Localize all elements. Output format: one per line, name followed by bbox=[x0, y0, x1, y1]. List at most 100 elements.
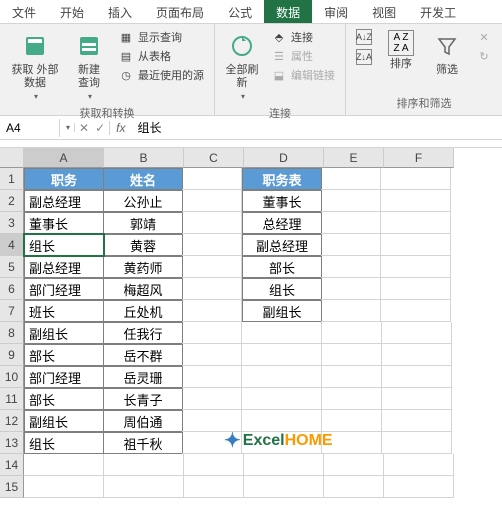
cell-E15[interactable] bbox=[324, 476, 384, 498]
cell-E3[interactable] bbox=[321, 212, 381, 234]
row-header-3[interactable]: 3 bbox=[0, 212, 24, 234]
cell-A12[interactable]: 副组长 bbox=[24, 410, 104, 432]
cell-C1[interactable] bbox=[182, 168, 242, 190]
cell-B14[interactable] bbox=[104, 454, 184, 476]
cell-C10[interactable] bbox=[182, 366, 242, 388]
cell-A10[interactable]: 部门经理 bbox=[24, 366, 104, 388]
cell-D2[interactable]: 董事长 bbox=[242, 190, 322, 212]
row-header-4[interactable]: 4 bbox=[0, 234, 24, 256]
cell-D1[interactable]: 职务表 bbox=[242, 168, 322, 190]
select-all-corner[interactable] bbox=[0, 148, 24, 168]
cell-B10[interactable]: 岳灵珊 bbox=[103, 366, 183, 388]
row-header-6[interactable]: 6 bbox=[0, 278, 24, 300]
row-header-7[interactable]: 7 bbox=[0, 300, 24, 322]
cell-A15[interactable] bbox=[24, 476, 104, 498]
cell-A11[interactable]: 部长 bbox=[24, 388, 104, 410]
tab-开始[interactable]: 开始 bbox=[48, 0, 96, 23]
cell-D7[interactable]: 副组长 bbox=[242, 300, 322, 322]
show-queries-button[interactable]: ▦显示查询 bbox=[114, 28, 208, 46]
col-header-B[interactable]: B bbox=[104, 148, 184, 168]
cell-A7[interactable]: 班长 bbox=[24, 300, 104, 322]
cell-E11[interactable] bbox=[322, 388, 382, 410]
cell-F7[interactable] bbox=[381, 300, 451, 322]
row-header-10[interactable]: 10 bbox=[0, 366, 24, 388]
tab-视图[interactable]: 视图 bbox=[360, 0, 408, 23]
cell-C6[interactable] bbox=[182, 278, 242, 300]
cell-E6[interactable] bbox=[321, 278, 381, 300]
new-query-button[interactable]: 新建 查询 ▾ bbox=[68, 28, 110, 103]
col-header-C[interactable]: C bbox=[184, 148, 244, 168]
cell-C3[interactable] bbox=[182, 212, 242, 234]
row-header-13[interactable]: 13 bbox=[0, 432, 24, 454]
cell-C8[interactable] bbox=[182, 322, 242, 344]
cell-D4[interactable]: 副总经理 bbox=[242, 234, 322, 256]
recent-sources-button[interactable]: ◷最近使用的源 bbox=[114, 66, 208, 84]
cell-A13[interactable]: 组长 bbox=[24, 432, 104, 454]
cell-D3[interactable]: 总经理 bbox=[242, 212, 322, 234]
cell-E10[interactable] bbox=[322, 366, 382, 388]
cell-F13[interactable] bbox=[382, 432, 452, 454]
chevron-down-icon[interactable]: ▾ bbox=[62, 123, 75, 132]
cell-F11[interactable] bbox=[382, 388, 452, 410]
row-header-2[interactable]: 2 bbox=[0, 190, 24, 212]
edit-links-button[interactable]: ⬓编辑链接 bbox=[267, 66, 339, 84]
cell-A8[interactable]: 副组长 bbox=[24, 322, 104, 344]
cell-C5[interactable] bbox=[182, 256, 242, 278]
cell-A5[interactable]: 副总经理 bbox=[24, 256, 104, 278]
col-header-A[interactable]: A bbox=[24, 148, 104, 168]
cell-D11[interactable] bbox=[242, 388, 322, 410]
cell-B8[interactable]: 任我行 bbox=[103, 322, 183, 344]
cell-A3[interactable]: 董事长 bbox=[24, 212, 104, 234]
tab-公式[interactable]: 公式 bbox=[216, 0, 264, 23]
cell-C2[interactable] bbox=[182, 190, 242, 212]
cell-E9[interactable] bbox=[322, 344, 382, 366]
tab-开发工[interactable]: 开发工 bbox=[408, 0, 468, 23]
cell-B13[interactable]: 祖千秋 bbox=[103, 432, 183, 454]
cell-A6[interactable]: 部门经理 bbox=[24, 278, 104, 300]
cell-B9[interactable]: 岳不群 bbox=[103, 344, 183, 366]
tab-数据[interactable]: 数据 bbox=[264, 0, 312, 23]
row-header-15[interactable]: 15 bbox=[0, 476, 24, 498]
col-header-E[interactable]: E bbox=[324, 148, 384, 168]
cell-B2[interactable]: 公孙止 bbox=[103, 190, 183, 212]
row-header-5[interactable]: 5 bbox=[0, 256, 24, 278]
reapply-button[interactable]: ↻ bbox=[472, 47, 496, 65]
sort-button[interactable]: A ZZ A 排序 bbox=[380, 28, 422, 73]
cell-A14[interactable] bbox=[24, 454, 104, 476]
cell-F5[interactable] bbox=[381, 256, 451, 278]
cell-F2[interactable] bbox=[381, 190, 451, 212]
cell-E5[interactable] bbox=[321, 256, 381, 278]
row-header-12[interactable]: 12 bbox=[0, 410, 24, 432]
cell-F9[interactable] bbox=[382, 344, 452, 366]
cell-D9[interactable] bbox=[242, 344, 322, 366]
cell-B11[interactable]: 长青子 bbox=[103, 388, 183, 410]
sort-desc-button[interactable]: Z↓A bbox=[352, 48, 376, 66]
cell-B12[interactable]: 周伯通 bbox=[103, 410, 183, 432]
cell-F6[interactable] bbox=[381, 278, 451, 300]
cell-A2[interactable]: 副总经理 bbox=[24, 190, 104, 212]
col-header-D[interactable]: D bbox=[244, 148, 324, 168]
cell-C9[interactable] bbox=[182, 344, 242, 366]
cell-E8[interactable] bbox=[322, 322, 382, 344]
cell-F12[interactable] bbox=[382, 410, 452, 432]
cell-B5[interactable]: 黄药师 bbox=[103, 256, 183, 278]
cell-B3[interactable]: 郭靖 bbox=[103, 212, 183, 234]
cell-B6[interactable]: 梅超风 bbox=[103, 278, 183, 300]
tab-页面布局[interactable]: 页面布局 bbox=[144, 0, 216, 23]
cell-C7[interactable] bbox=[182, 300, 242, 322]
cell-F1[interactable] bbox=[381, 168, 451, 190]
row-header-8[interactable]: 8 bbox=[0, 322, 24, 344]
row-header-11[interactable]: 11 bbox=[0, 388, 24, 410]
cell-D8[interactable] bbox=[242, 322, 322, 344]
cell-D6[interactable]: 组长 bbox=[242, 278, 322, 300]
cell-D5[interactable]: 部长 bbox=[242, 256, 322, 278]
get-external-data-button[interactable]: 获取 外部数据 ▾ bbox=[6, 28, 64, 103]
cell-D15[interactable] bbox=[244, 476, 324, 498]
cell-F3[interactable] bbox=[381, 212, 451, 234]
cell-B7[interactable]: 丘处机 bbox=[103, 300, 183, 322]
cell-F8[interactable] bbox=[382, 322, 452, 344]
clear-filter-button[interactable]: ✕ bbox=[472, 28, 496, 46]
refresh-all-button[interactable]: 全部刷新 ▾ bbox=[221, 28, 263, 103]
cell-D14[interactable] bbox=[244, 454, 324, 476]
row-header-14[interactable]: 14 bbox=[0, 454, 24, 476]
